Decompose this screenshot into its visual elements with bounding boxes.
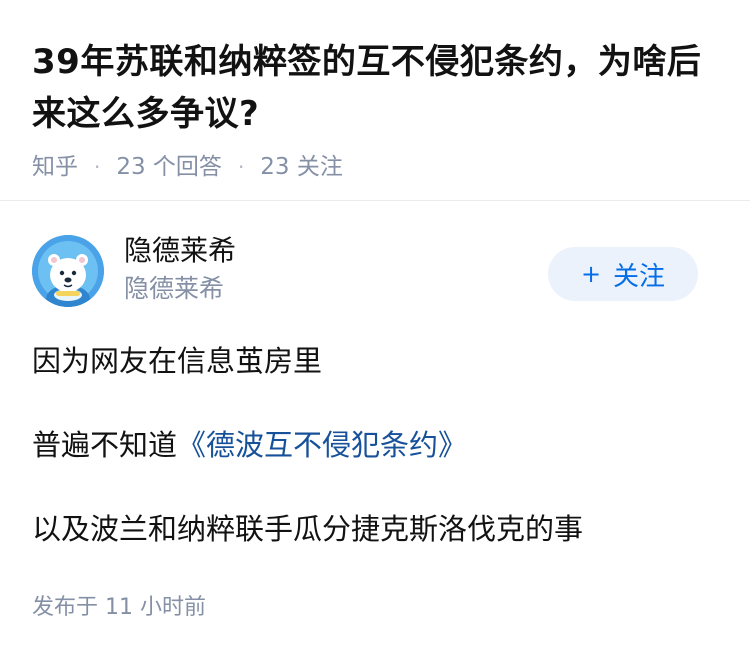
meta-separator-dot: ·: [237, 155, 245, 179]
question-source[interactable]: 知乎: [32, 152, 78, 182]
author-info: 隐德莱希 隐德莱希: [124, 231, 236, 307]
publish-time: 发布于 11 小时前: [32, 595, 206, 620]
plus-icon: +: [580, 260, 602, 288]
answer-card: 隐德莱希 隐德莱希 + 关注 因为网友在信息茧房里 普遍不知道《德波互不侵犯条约…: [0, 233, 750, 623]
avatar[interactable]: [32, 235, 104, 307]
author-row: 隐德莱希 隐德莱希 + 关注: [32, 233, 718, 319]
polar-bear-avatar-icon: [32, 235, 104, 307]
treaty-link[interactable]: 《德波互不侵犯条约》: [177, 428, 467, 462]
follower-count[interactable]: 23 关注: [260, 152, 343, 182]
question-title[interactable]: 39年苏联和纳粹签的互不侵犯条约，为啥后来这么多争议?: [32, 36, 718, 140]
answer-paragraph: 以及波兰和纳粹联手瓜分捷克斯洛伐克的事: [32, 512, 584, 546]
answer-paragraph: 普遍不知道《德波互不侵犯条约》: [32, 425, 718, 465]
question-header: 39年苏联和纳粹签的互不侵犯条约，为啥后来这么多争议? 知乎 · 23 个回答 …: [0, 0, 750, 180]
answer-paragraph-text: 普遍不知道: [32, 428, 178, 462]
author-name[interactable]: 隐德莱希: [124, 231, 236, 271]
follow-button[interactable]: + 关注: [548, 247, 698, 301]
meta-separator-dot: ·: [94, 155, 101, 179]
author-headline: 隐德莱希: [124, 274, 225, 303]
section-divider: [0, 200, 750, 201]
question-meta: 知乎 · 23 个回答 · 23 关注: [32, 152, 718, 182]
follow-button-label: 关注: [613, 261, 666, 292]
answer-body: 因为网友在信息茧房里 普遍不知道《德波互不侵犯条约》 以及波兰和纳粹联手瓜分捷克…: [32, 341, 718, 549]
answer-count[interactable]: 23 个回答: [116, 152, 222, 182]
answer-paragraph: 因为网友在信息茧房里: [32, 344, 323, 378]
